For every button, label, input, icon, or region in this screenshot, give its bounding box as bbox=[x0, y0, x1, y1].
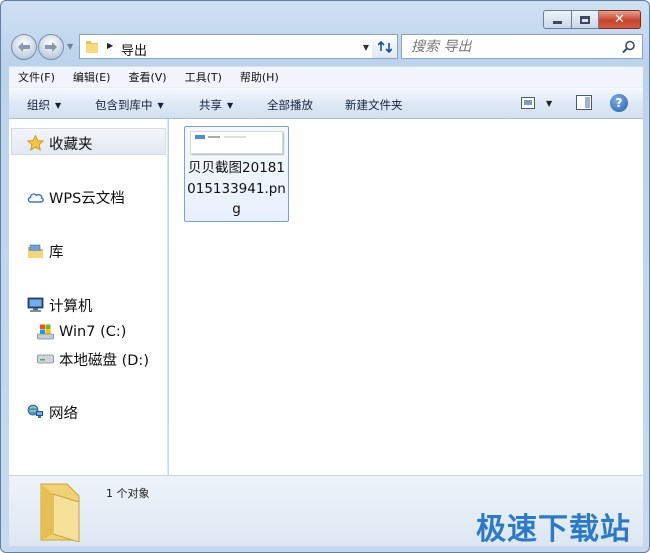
nav-label-favorites: 收藏夹 bbox=[49, 136, 93, 153]
file-name: 贝贝截图20181015133941.png bbox=[187, 160, 286, 217]
nav-item-libraries[interactable]: 库 bbox=[27, 240, 64, 262]
preview-pane-icon[interactable] bbox=[576, 95, 592, 110]
recent-locations-dropdown[interactable]: ▼ bbox=[67, 42, 73, 51]
menu-view[interactable]: 查看(V) bbox=[119, 69, 175, 85]
nav-label-network: 网络 bbox=[49, 405, 78, 422]
share-button[interactable]: 共享 ▼ bbox=[199, 97, 233, 113]
play-all-button[interactable]: 全部播放 bbox=[267, 97, 313, 113]
view-options-dropdown[interactable]: ▼ bbox=[546, 99, 552, 108]
organize-button[interactable]: 组织 ▼ bbox=[27, 97, 61, 113]
file-item[interactable]: 贝贝截图20181015133941.png bbox=[184, 126, 289, 222]
item-count: 1 个对象 bbox=[106, 487, 150, 500]
chevron-down-icon: ▼ bbox=[227, 101, 234, 110]
thumbnail-logo bbox=[195, 135, 205, 139]
cloud-icon bbox=[27, 193, 44, 203]
maximize-icon bbox=[580, 15, 590, 24]
thumbnail-line bbox=[224, 136, 246, 138]
close-button[interactable]: ✕ bbox=[599, 10, 641, 29]
nav-item-favorites[interactable]: 收藏夹 bbox=[27, 132, 93, 154]
chevron-down-icon: ▼ bbox=[157, 101, 164, 110]
nav-label-drive-d: 本地磁盘 (D:) bbox=[59, 352, 149, 369]
nav-item-drive-c[interactable]: Win7 (C:) bbox=[37, 321, 126, 343]
organize-label: 组织 bbox=[27, 98, 50, 112]
menu-help[interactable]: 帮助(H) bbox=[231, 69, 288, 85]
menu-file[interactable]: 文件(F) bbox=[9, 69, 64, 85]
nav-item-wps-cloud[interactable]: WPS云文档 bbox=[27, 186, 125, 208]
breadcrumb-separator[interactable]: ▶ bbox=[107, 41, 113, 50]
library-icon bbox=[28, 244, 43, 258]
network-icon bbox=[27, 404, 43, 418]
watermark-text: 极速下载站 bbox=[476, 512, 631, 547]
help-glyph: ? bbox=[615, 96, 623, 110]
search-icon bbox=[622, 40, 635, 54]
refresh-icon bbox=[377, 40, 392, 53]
hard-drive-icon bbox=[37, 354, 54, 364]
include-in-library-button[interactable]: 包含到库中 ▼ bbox=[95, 97, 164, 113]
close-icon: ✕ bbox=[614, 12, 625, 27]
back-button[interactable] bbox=[11, 34, 37, 60]
new-folder-button[interactable]: 新建文件夹 bbox=[345, 97, 403, 113]
nav-label-drive-c: Win7 (C:) bbox=[59, 324, 127, 340]
nav-label-wps-cloud: WPS云文档 bbox=[49, 190, 125, 207]
minimize-icon bbox=[553, 21, 562, 24]
forward-button[interactable] bbox=[38, 34, 64, 60]
breadcrumb-current[interactable]: 导出 bbox=[121, 40, 147, 59]
computer-icon bbox=[27, 297, 44, 312]
png-thumbnail-icon bbox=[190, 131, 283, 154]
help-icon[interactable]: ? bbox=[610, 94, 628, 112]
caption-buttons: ✕ bbox=[543, 10, 641, 29]
refresh-button[interactable] bbox=[372, 34, 398, 59]
nav-item-network[interactable]: 网络 bbox=[27, 401, 78, 423]
menu-tools[interactable]: 工具(T) bbox=[176, 69, 231, 85]
chevron-down-icon: ▼ bbox=[55, 101, 62, 110]
nav-item-computer[interactable]: 计算机 bbox=[27, 294, 93, 316]
folder-large-icon bbox=[40, 483, 80, 542]
address-bar[interactable]: ▶ 导出 ▼ bbox=[79, 34, 375, 59]
navigation-pane: 收藏夹 WPS云文档 库 计算机 Win7 (C:) 本地磁盘 (D:) 网络 bbox=[9, 119, 168, 475]
nav-label-computer: 计算机 bbox=[49, 298, 93, 315]
address-history-dropdown[interactable]: ▼ bbox=[363, 43, 369, 52]
include-in-library-label: 包含到库中 bbox=[95, 98, 153, 112]
star-icon bbox=[27, 135, 44, 151]
folder-icon bbox=[86, 41, 98, 53]
minimize-button[interactable] bbox=[543, 10, 572, 29]
menu-bar: 文件(F) 编辑(E) 查看(V) 工具(T) 帮助(H) bbox=[9, 66, 643, 87]
menu-edit[interactable]: 编辑(E) bbox=[64, 69, 120, 85]
share-label: 共享 bbox=[199, 98, 222, 112]
search-input[interactable] bbox=[411, 38, 611, 56]
search-box[interactable] bbox=[401, 34, 643, 59]
system-drive-icon bbox=[37, 324, 54, 340]
nav-label-libraries: 库 bbox=[49, 244, 64, 261]
forward-arrow-icon bbox=[45, 42, 57, 52]
file-list[interactable]: 贝贝截图20181015133941.png bbox=[169, 119, 643, 475]
navigation-bar: ▼ ▶ 导出 ▼ bbox=[9, 32, 643, 62]
command-bar: 组织 ▼ 包含到库中 ▼ 共享 ▼ 全部播放 新建文件夹 ▼ ? bbox=[9, 87, 643, 119]
thumbnail-line bbox=[208, 136, 220, 138]
explorer-window: ✕ ▼ ▶ 导出 ▼ 搜索 导出 文件(F) 编辑(E) 查看(V) 工具(T)… bbox=[0, 0, 650, 553]
maximize-button[interactable] bbox=[572, 10, 599, 29]
change-view-icon[interactable] bbox=[521, 97, 535, 109]
nav-item-drive-d[interactable]: 本地磁盘 (D:) bbox=[37, 348, 149, 370]
back-arrow-icon bbox=[18, 42, 30, 52]
